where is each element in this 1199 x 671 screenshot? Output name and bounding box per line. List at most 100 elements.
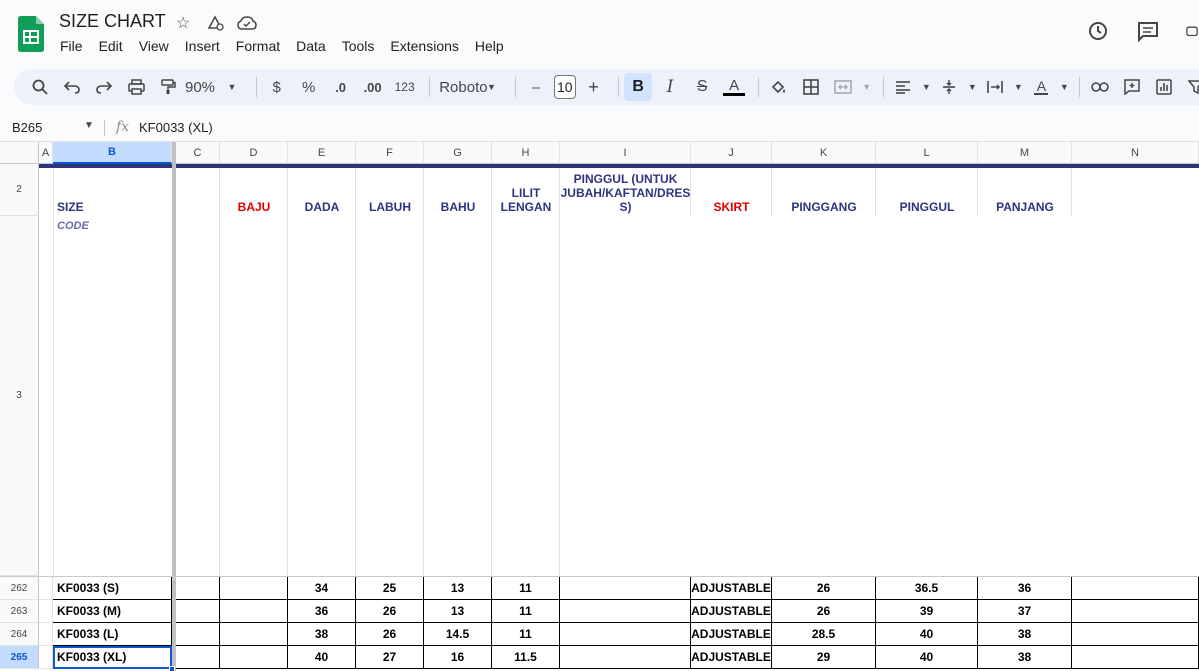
cell[interactable]	[560, 623, 691, 646]
font-size-input[interactable]: 10	[554, 75, 576, 99]
column-header-l[interactable]: L	[876, 142, 978, 164]
text-rotation-icon[interactable]: A	[1027, 73, 1055, 101]
search-menus-icon[interactable]	[26, 73, 54, 101]
font-size-increase-button[interactable]: +	[580, 73, 608, 101]
cell-dada[interactable]: 40	[288, 646, 356, 669]
cell-lengan[interactable]: 11.5	[492, 646, 560, 669]
zoom-dropdown-icon[interactable]: ▼	[218, 73, 246, 101]
cell-bahu[interactable]: 14.5	[424, 623, 492, 646]
cell[interactable]	[176, 646, 220, 669]
column-header-m[interactable]: M	[978, 142, 1072, 164]
column-header-n[interactable]: N	[1072, 142, 1199, 164]
paint-format-icon[interactable]	[154, 73, 182, 101]
rotation-dropdown-icon[interactable]: ▼	[1059, 73, 1069, 101]
decrease-decimal-button[interactable]: .0	[327, 73, 355, 101]
fill-handle[interactable]	[169, 666, 175, 671]
cell-bahu[interactable]: 13	[424, 577, 492, 600]
insert-chart-icon[interactable]	[1150, 73, 1178, 101]
cell-code-active[interactable]: KF0033 (XL)	[53, 646, 172, 669]
percent-format-button[interactable]: %	[295, 73, 323, 101]
cell-pinggang[interactable]: 29	[772, 646, 876, 669]
wrap-dropdown-icon[interactable]: ▼	[1013, 73, 1023, 101]
cell[interactable]	[560, 577, 691, 600]
version-history-icon[interactable]	[1085, 18, 1111, 44]
row-header-3[interactable]: 3	[0, 216, 39, 576]
insert-comment-icon[interactable]	[1118, 73, 1146, 101]
cloud-status-icon[interactable]	[236, 12, 258, 34]
fill-color-icon[interactable]	[765, 73, 793, 101]
cell-pinggang[interactable]: 28.5	[772, 623, 876, 646]
horizontal-align-icon[interactable]	[889, 73, 917, 101]
cell[interactable]	[39, 623, 53, 646]
more-formats-button[interactable]: 123	[391, 73, 419, 101]
cell-lengan[interactable]: 11	[492, 623, 560, 646]
undo-icon[interactable]	[58, 73, 86, 101]
cell-code[interactable]: KF0033 (L)	[53, 623, 172, 646]
cell-skirt[interactable]: ADJUSTABLE	[691, 623, 772, 646]
filter-icon[interactable]	[1182, 73, 1199, 101]
name-box-dropdown-icon[interactable]: ▼	[84, 120, 94, 131]
cell[interactable]	[39, 646, 53, 669]
column-header-g[interactable]: G	[424, 142, 492, 164]
sheets-logo-icon[interactable]	[18, 16, 44, 52]
name-box[interactable]: B265	[12, 120, 42, 135]
cell-code[interactable]: KF0033 (M)	[53, 600, 172, 623]
cell[interactable]	[176, 623, 220, 646]
column-header-a[interactable]: A	[39, 142, 53, 164]
star-icon[interactable]: ☆	[172, 12, 194, 34]
font-size-decrease-button[interactable]: –	[522, 73, 550, 101]
cell-pinggang[interactable]: 26	[772, 600, 876, 623]
cell-labuh[interactable]: 26	[356, 600, 424, 623]
cell-pinggang[interactable]: 26	[772, 577, 876, 600]
menu-insert[interactable]: Insert	[185, 38, 228, 54]
strikethrough-button[interactable]: S	[688, 73, 716, 101]
zoom-select[interactable]: 90%	[185, 73, 215, 101]
cell-bahu[interactable]: 13	[424, 600, 492, 623]
cell-dada[interactable]: 36	[288, 600, 356, 623]
cell-pinggul[interactable]: 40	[876, 646, 978, 669]
meet-icon[interactable]	[1185, 18, 1199, 44]
cell[interactable]	[560, 600, 691, 623]
cell[interactable]	[176, 577, 220, 600]
row-header[interactable]: 265	[0, 646, 39, 669]
cell-labuh[interactable]: 27	[356, 646, 424, 669]
column-header-h[interactable]: H	[492, 142, 560, 164]
select-all-corner[interactable]	[0, 142, 39, 164]
cell-skirt[interactable]: ADJUSTABLE	[691, 600, 772, 623]
column-header-f[interactable]: F	[356, 142, 424, 164]
row-header[interactable]: 264	[0, 623, 39, 646]
menu-format[interactable]: Format	[236, 38, 288, 54]
menu-help[interactable]: Help	[475, 38, 512, 54]
cell-dada[interactable]: 34	[288, 577, 356, 600]
valign-dropdown-icon[interactable]: ▼	[967, 73, 977, 101]
currency-format-button[interactable]: $	[263, 73, 291, 101]
bold-button[interactable]: B	[624, 73, 653, 101]
spreadsheet-grid[interactable]: A B C D E F G H I J K L M N 2 3 SIZE COD…	[0, 142, 1199, 671]
cell[interactable]	[220, 577, 288, 600]
cell[interactable]	[176, 600, 220, 623]
column-header-i[interactable]: I	[560, 142, 691, 164]
cell[interactable]	[220, 600, 288, 623]
cell-pinggul[interactable]: 36.5	[876, 577, 978, 600]
font-family-select[interactable]: Roboto	[435, 73, 487, 101]
vertical-align-icon[interactable]	[935, 73, 963, 101]
menu-file[interactable]: File	[60, 38, 91, 54]
cell-labuh[interactable]: 25	[356, 577, 424, 600]
cell-panjang[interactable]: 38	[978, 623, 1072, 646]
cell[interactable]	[1072, 623, 1199, 646]
cell-panjang[interactable]: 37	[978, 600, 1072, 623]
cell-labuh[interactable]: 26	[356, 623, 424, 646]
menu-extensions[interactable]: Extensions	[390, 38, 466, 54]
cell-panjang[interactable]: 38	[978, 646, 1072, 669]
column-header-j[interactable]: J	[691, 142, 772, 164]
formula-input[interactable]: KF0033 (XL)	[139, 120, 213, 135]
cell[interactable]	[39, 600, 53, 623]
cell-skirt[interactable]: ADJUSTABLE	[691, 646, 772, 669]
cell[interactable]	[1072, 646, 1199, 669]
cell[interactable]	[220, 646, 288, 669]
text-color-button[interactable]: A	[720, 73, 748, 101]
menu-view[interactable]: View	[139, 38, 177, 54]
row-header[interactable]: 263	[0, 600, 39, 623]
cell[interactable]	[560, 646, 691, 669]
insert-link-icon[interactable]	[1086, 73, 1114, 101]
